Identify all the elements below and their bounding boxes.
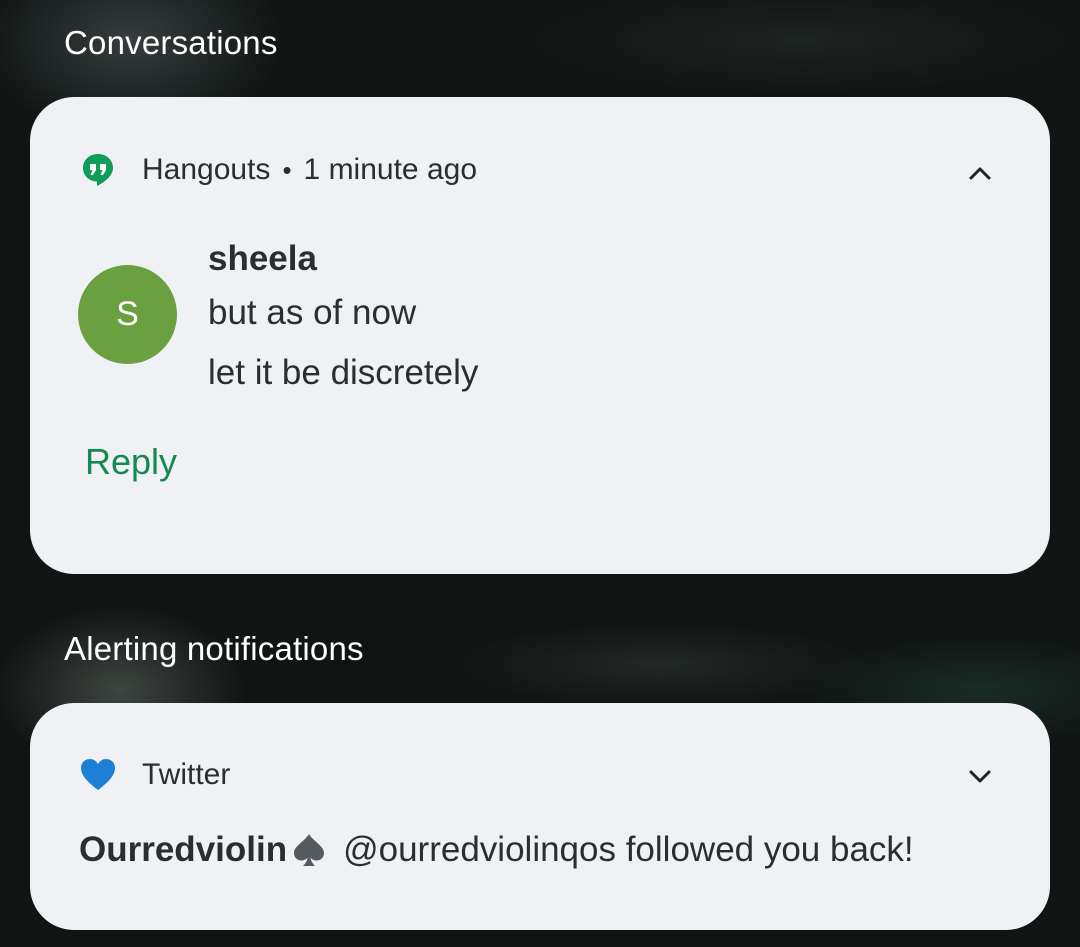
notification-time: 1 minute ago — [303, 153, 477, 186]
twitter-app-row: Twitter — [80, 757, 230, 793]
app-name: Twitter — [142, 758, 231, 791]
twitter-notification[interactable]: Twitter Ourredviolin @ourredviolinqos fo… — [30, 703, 1050, 930]
alerting-header: Alerting notifications — [64, 630, 364, 667]
hangouts-notification[interactable]: Hangouts • 1 minute ago S sheela but as … — [30, 97, 1050, 574]
spade-icon — [291, 832, 327, 868]
collapse-button[interactable] — [960, 153, 1000, 193]
twitter-user: Ourredviolin — [79, 830, 288, 869]
conversations-header: Conversations — [64, 24, 278, 61]
twitter-message: Ourredviolin @ourredviolinqos followed y… — [79, 830, 914, 870]
message-block: sheela but as of now let it be discretel… — [208, 235, 478, 403]
avatar: S — [78, 265, 177, 364]
message-line: let it be discretely — [208, 353, 479, 392]
twitter-text: @ourredviolinqos followed you back! — [343, 830, 914, 869]
chevron-down-icon — [969, 770, 991, 783]
hangouts-icon — [80, 152, 116, 188]
expand-button[interactable] — [960, 757, 1000, 797]
app-name: Hangouts — [142, 153, 271, 186]
message-line: but as of now — [208, 293, 417, 332]
chevron-up-icon — [969, 167, 991, 180]
separator-dot: • — [282, 154, 292, 185]
hangouts-app-row: Hangouts • 1 minute ago — [80, 152, 477, 188]
reply-button[interactable]: Reply — [85, 441, 177, 483]
sender-name: sheela — [208, 239, 317, 278]
blue-heart-icon — [80, 757, 116, 793]
